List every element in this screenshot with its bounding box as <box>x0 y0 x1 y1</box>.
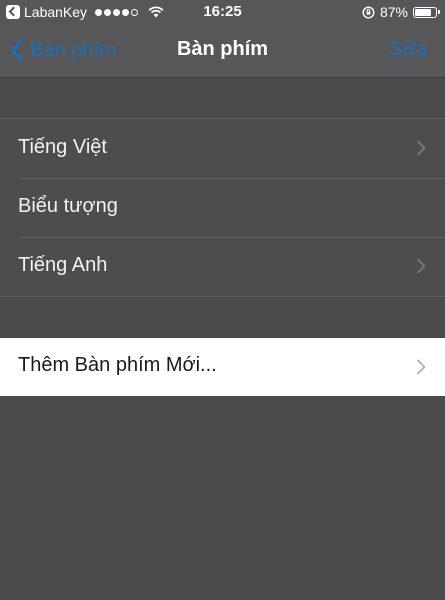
status-bar: LabanKey 16:25 87% <box>0 0 445 24</box>
chevron-right-icon <box>417 258 426 274</box>
chevron-right-icon <box>417 359 426 375</box>
chevron-right-icon <box>417 140 426 156</box>
page-title: Bàn phím <box>176 38 269 60</box>
orientation-lock-icon <box>362 5 375 19</box>
keyboard-label: Biểu tượng <box>18 195 118 217</box>
keyboard-list: Tiếng Việt Biểu tượng Tiếng Anh <box>0 118 445 297</box>
add-new-keyboard-label: Thêm Bàn phím Mới... <box>18 354 217 376</box>
battery-percent: 87% <box>379 4 408 20</box>
status-right: 87% <box>362 4 440 20</box>
navigation-bar: Bàn phím Bàn phím Sửa <box>0 24 445 78</box>
keyboard-row-bieu-tuong[interactable]: Biểu tượng <box>0 178 445 237</box>
battery-icon <box>413 6 440 18</box>
keyboard-label: Tiếng Việt <box>18 136 107 158</box>
add-new-keyboard-button[interactable]: Thêm Bàn phím Mới... <box>0 338 445 396</box>
keyboard-label: Tiếng Anh <box>18 254 108 276</box>
edit-button[interactable]: Sửa <box>389 38 427 61</box>
keyboard-row-tieng-anh[interactable]: Tiếng Anh <box>0 237 445 296</box>
keyboard-row-tieng-viet[interactable]: Tiếng Việt <box>0 119 445 178</box>
